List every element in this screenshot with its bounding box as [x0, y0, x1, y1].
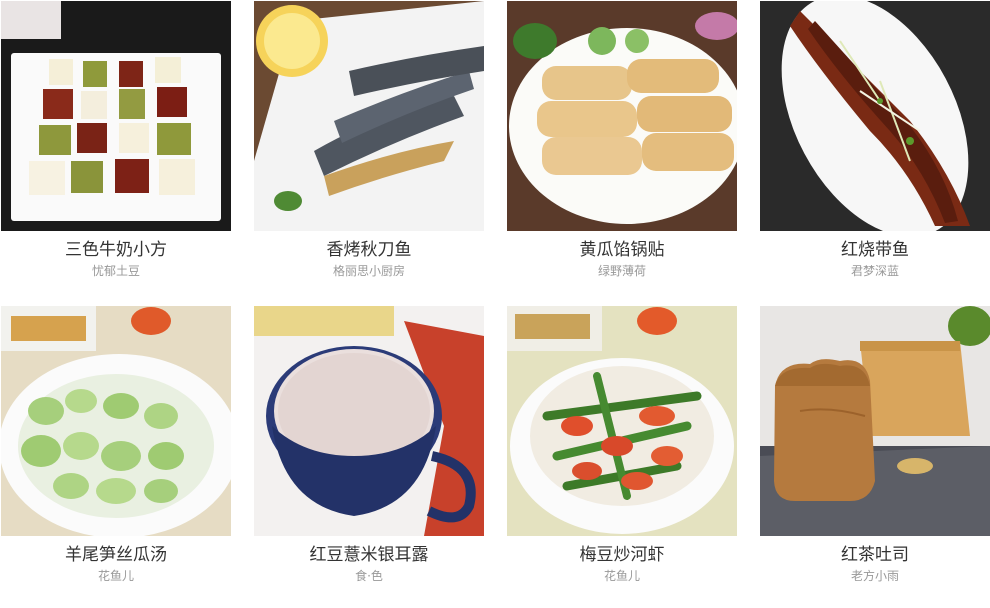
- recipe-card[interactable]: 香烤秋刀鱼 格丽思小厨房: [254, 1, 484, 291]
- recipe-title[interactable]: 红豆薏米银耳露: [254, 544, 484, 566]
- recipe-image[interactable]: [254, 306, 484, 536]
- recipe-author[interactable]: 花鱼儿: [1, 568, 231, 584]
- recipe-title[interactable]: 红烧带鱼: [760, 239, 990, 261]
- recipe-image[interactable]: [507, 1, 737, 231]
- recipe-card[interactable]: 羊尾笋丝瓜汤 花鱼儿: [1, 306, 231, 596]
- recipe-image[interactable]: [760, 306, 990, 536]
- recipe-card[interactable]: 黄瓜馅锅贴 绿野薄荷: [507, 1, 737, 291]
- recipe-image[interactable]: [760, 1, 990, 231]
- recipe-title[interactable]: 香烤秋刀鱼: [254, 239, 484, 261]
- recipe-author[interactable]: 忧郁土豆: [1, 263, 231, 279]
- cucumber-potstickers-photo: [507, 1, 737, 231]
- recipe-card[interactable]: 红烧带鱼 君梦深蓝: [760, 1, 990, 291]
- recipe-author[interactable]: 君梦深蓝: [760, 263, 990, 279]
- recipe-card[interactable]: 红豆薏米银耳露 食·色: [254, 306, 484, 596]
- recipe-title[interactable]: 三色牛奶小方: [1, 239, 231, 261]
- beans-shrimp-photo: [507, 306, 737, 536]
- recipe-author[interactable]: 绿野薄荷: [507, 263, 737, 279]
- braised-hairtail-photo: [760, 1, 990, 231]
- recipe-grid: 三色牛奶小方 忧郁土豆 香烤秋刀鱼 格丽思小厨房 黄瓜馅锅贴 绿野薄荷 红烧带鱼…: [0, 0, 990, 608]
- recipe-author[interactable]: 食·色: [254, 568, 484, 584]
- recipe-image[interactable]: [507, 306, 737, 536]
- recipe-card[interactable]: 三色牛奶小方 忧郁土豆: [1, 1, 231, 291]
- recipe-image[interactable]: [1, 1, 231, 231]
- grilled-saury-photo: [254, 1, 484, 231]
- recipe-title[interactable]: 梅豆炒河虾: [507, 544, 737, 566]
- recipe-title[interactable]: 红茶吐司: [760, 544, 990, 566]
- tricolor-milk-squares-photo: [1, 1, 231, 231]
- recipe-card[interactable]: 梅豆炒河虾 花鱼儿: [507, 306, 737, 596]
- recipe-author[interactable]: 花鱼儿: [507, 568, 737, 584]
- recipe-card[interactable]: 红茶吐司 老方小雨: [760, 306, 990, 596]
- recipe-author[interactable]: 老方小雨: [760, 568, 990, 584]
- loofah-soup-photo: [1, 306, 231, 536]
- recipe-title[interactable]: 羊尾笋丝瓜汤: [1, 544, 231, 566]
- recipe-image[interactable]: [1, 306, 231, 536]
- red-bean-drink-photo: [254, 306, 484, 536]
- recipe-image[interactable]: [254, 1, 484, 231]
- recipe-author[interactable]: 格丽思小厨房: [254, 263, 484, 279]
- black-tea-toast-photo: [760, 306, 990, 536]
- recipe-title[interactable]: 黄瓜馅锅贴: [507, 239, 737, 261]
